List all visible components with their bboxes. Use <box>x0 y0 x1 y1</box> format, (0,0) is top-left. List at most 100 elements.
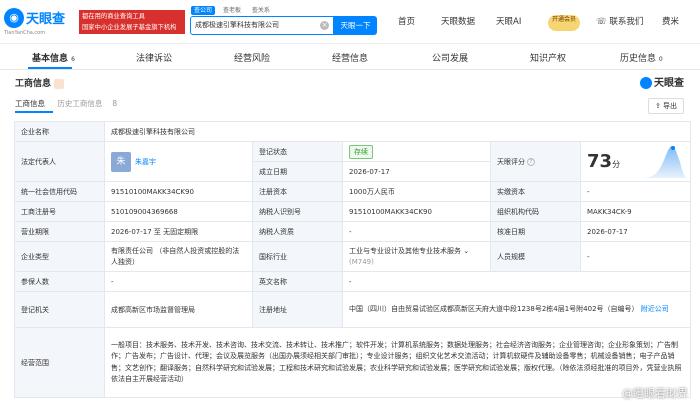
status-cell: 存续 <box>342 141 491 162</box>
cell-label: 核准日期 <box>490 221 581 242</box>
status-badge: 存续 <box>349 144 373 159</box>
logo-subtext: TianYanCha.com <box>4 30 46 36</box>
company-type: 有限责任公司 （非自然人投资或控股的法人独资） <box>104 241 253 272</box>
reg-no: 510109004369668 <box>104 201 253 222</box>
logo-text: 天眼查 <box>26 12 66 27</box>
search-tab-company[interactable]: 查公司 <box>191 6 216 15</box>
export-label: 导出 <box>663 102 678 110</box>
vip-button[interactable]: 开通会员 <box>548 15 580 31</box>
search-input[interactable]: 成都极速引擎科技有限公司 × <box>190 16 334 35</box>
tab-risk[interactable]: 经营风险 <box>234 51 270 64</box>
search-tab-boss[interactable]: 查老板 <box>220 6 244 15</box>
nav-data[interactable]: 天眼数据 <box>441 15 475 27</box>
cell-label: 纳税人资质 <box>252 221 343 242</box>
logo-eye-icon: ◉ <box>4 8 24 28</box>
tab-count: 8 <box>112 99 118 108</box>
score-cell: 73分 <box>579 141 692 182</box>
legal-rep-cell: 朱朱嘉宇 <box>104 141 253 182</box>
reg-capital: 1000万人民币 <box>342 181 491 202</box>
help-icon[interactable]: ? <box>527 157 535 166</box>
business-term: 2026-07-17 至 无固定期限 <box>104 221 253 242</box>
cell-label: 法定代表人 <box>14 141 105 182</box>
cell-label: 注册资本 <box>252 181 343 202</box>
chevron-down-icon[interactable]: ⌄ <box>463 247 469 255</box>
table-row: 企业名称 成都极速引擎科技有限公司 <box>14 121 692 142</box>
score-curve-graphic <box>640 146 687 178</box>
cell-label: 统一社会信用代码 <box>14 181 105 202</box>
nav-home[interactable]: 首页 <box>398 15 415 27</box>
nearby-companies-link[interactable]: 附近公司 <box>641 305 669 313</box>
user-name: 费米 <box>662 17 680 27</box>
user-menu[interactable]: 费米 <box>662 15 679 27</box>
tab-operations[interactable]: 经营信息 <box>332 51 368 64</box>
staff-size: - <box>579 241 692 272</box>
brand-text: 天眼查 <box>654 78 684 89</box>
cell-label: 实缴资本 <box>490 181 581 202</box>
active-tab-indicator <box>15 111 53 113</box>
logo[interactable]: ◉ 天眼查 TianYanCha.com <box>4 8 78 36</box>
reg-authority: 成都高新区市场监督管理局 <box>104 291 253 328</box>
insured-count: - <box>104 271 253 292</box>
table-row: 参保人数 - 英文名称 - <box>14 271 692 292</box>
industry-cell: 工业与专业设计及其他专业技术服务 ⌄ (M749) <box>342 241 491 272</box>
avatar: 朱 <box>111 151 131 172</box>
search-button[interactable]: 天眼一下 <box>334 16 377 35</box>
business-scope: 一般项目：技术服务、技术开发、技术咨询、技术交流、技术转让、技术推广；软件开发；… <box>103 327 692 398</box>
legal-rep-link[interactable]: 朱嘉宇 <box>135 158 156 166</box>
tax-qualification: - <box>342 221 491 242</box>
export-button[interactable]: ⇪ 导出 <box>648 98 684 114</box>
score-number: 73 <box>587 151 613 172</box>
est-date: 2026-07-17 <box>342 161 491 182</box>
score-unit: 分 <box>612 160 621 169</box>
tab-ip[interactable]: 知识产权 <box>530 51 566 64</box>
slogan-line: 都在用的商业查询工具 <box>82 13 145 20</box>
table-row: 营业期限 2026-07-17 至 无固定期限 纳税人资质 - 核准日期 202… <box>14 221 692 242</box>
section-title: 工商信息 <box>15 76 65 89</box>
clear-icon[interactable]: × <box>320 21 329 30</box>
address-cell: 中国（四川）自由贸易试验区成都高新区天府大道中段1238号2栋4层1号附402号… <box>341 291 692 328</box>
cell-label: 人员规模 <box>490 241 581 272</box>
cell-label: 企业类型 <box>14 241 105 272</box>
nav-ai[interactable]: 天眼AI <box>496 15 521 27</box>
cell-label: 登记机关 <box>14 291 105 328</box>
cell-label: 国标行业 <box>252 241 343 272</box>
logo-eye-icon <box>640 77 652 89</box>
tab-legal[interactable]: 法律诉讼 <box>136 51 172 64</box>
score-label: 天眼评分 <box>497 157 525 166</box>
english-name: - <box>341 271 692 292</box>
table-row: 企业类型 有限责任公司 （非自然人投资或控股的法人独资） 国标行业 工业与专业设… <box>14 241 692 272</box>
active-tab-indicator <box>28 67 72 69</box>
tab-label: 基本信息 <box>32 54 69 64</box>
table-row: 统一社会信用代码 91510100MAKK34CK90 注册资本 1000万人民… <box>14 181 692 202</box>
table-row: 登记机关 成都高新区市场监督管理局 注册地址 中国（四川）自由贸易试验区成都高新… <box>14 291 692 328</box>
tab-history-business-info[interactable]: 历史工商信息 8 <box>57 99 127 108</box>
score-value: 73分 <box>587 151 620 172</box>
cell-label: 营业期限 <box>14 221 105 242</box>
tab-count: 0 <box>658 56 663 63</box>
brand-mark: 天眼查 <box>640 74 684 89</box>
industry-code: (M749) <box>349 257 374 266</box>
cell-label: 参保人数 <box>14 271 105 292</box>
search-tab-relation[interactable]: 查关系 <box>249 6 273 15</box>
contact-link[interactable]: ☏ 联系我们 <box>596 15 643 27</box>
tab-development[interactable]: 公司发展 <box>432 51 468 64</box>
cell-label: 企业名称 <box>14 121 105 142</box>
company-name: 成都极速引擎科技有限公司 <box>103 121 692 142</box>
cell-label: 成立日期 <box>252 161 343 182</box>
reg-address: 中国（四川）自由贸易试验区成都高新区天府大道中段1238号2栋4层1号附402号… <box>349 305 639 313</box>
tab-business-info[interactable]: 工商信息 <box>15 99 45 108</box>
cell-label: 经营范围 <box>14 327 105 398</box>
info-tabs: 工商信息 历史工商信息 8 <box>15 98 137 109</box>
tab-history[interactable]: 历史信息 0 <box>620 51 663 64</box>
paid-capital: - <box>579 181 692 202</box>
approve-date: 2026-07-17 <box>579 221 692 242</box>
main-content: 工商信息 天眼查 工商信息 历史工商信息 8 ⇪ 导出 企业名称 成都极速引擎科技… <box>8 72 692 403</box>
cell-label: 天眼评分? <box>490 141 581 182</box>
top-bar: ◉ 天眼查 TianYanCha.com 都在用的商业查询工具 国家中小企业发展… <box>0 0 700 44</box>
credit-code: 91510100MAKK34CK90 <box>104 181 253 202</box>
tab-basic-info[interactable]: 基本信息 6 <box>32 51 75 64</box>
industry: 工业与专业设计及其他专业技术服务 <box>349 246 461 255</box>
phone-icon: ☏ <box>596 17 610 27</box>
org-code: MAKK34CK-9 <box>579 201 692 222</box>
cell-label: 英文名称 <box>252 271 343 292</box>
